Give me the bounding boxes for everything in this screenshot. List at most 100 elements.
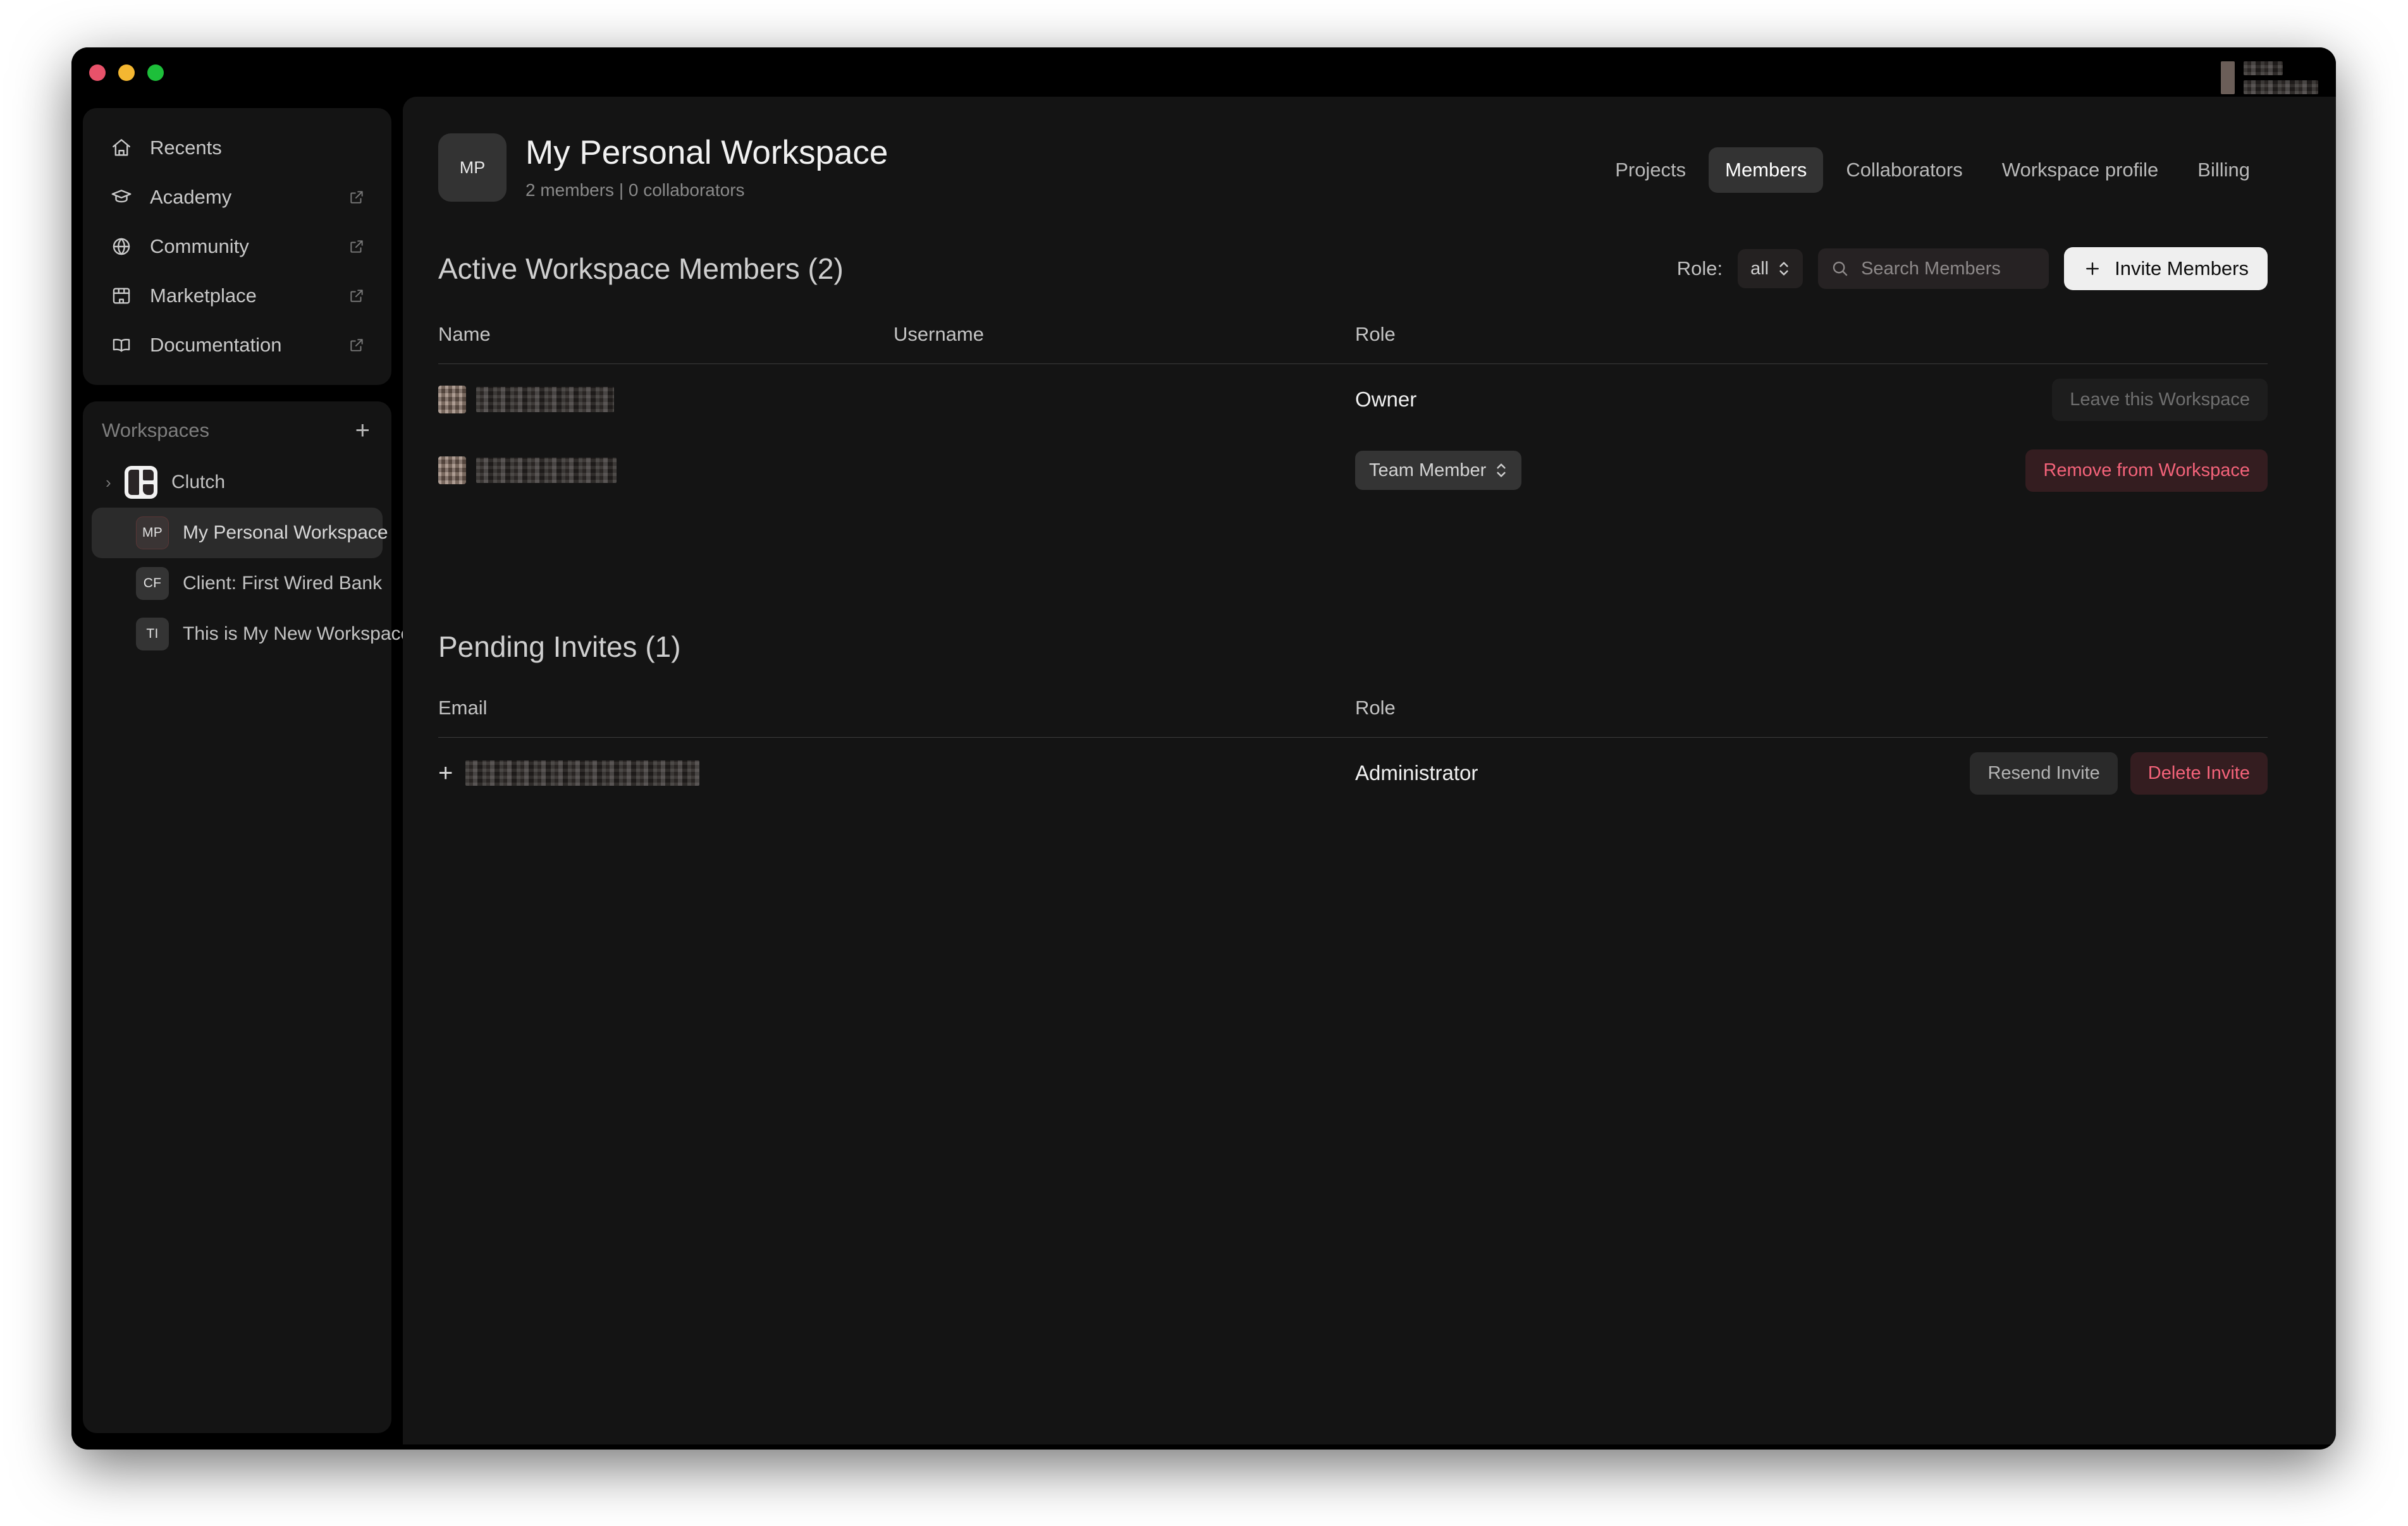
pending-invites-section-bar: Pending Invites (1) (403, 630, 2336, 664)
leave-workspace-button[interactable]: Leave this Workspace (2052, 378, 2268, 421)
sidebar-item-label: Marketplace (150, 284, 257, 307)
member-name-cell (438, 456, 894, 484)
book-icon (111, 334, 136, 356)
user-name-redacted (2244, 61, 2283, 75)
chevron-updown-icon (1495, 460, 1508, 481)
remove-from-workspace-button[interactable]: Remove from Workspace (2025, 449, 2268, 492)
workspace-badge: CF (136, 567, 169, 600)
resend-invite-button[interactable]: Resend Invite (1970, 752, 2118, 795)
sidebar: Recents Academy Community Marketplace Do… (71, 97, 411, 1444)
workspace-header: MP My Personal Workspace 2 members | 0 c… (403, 97, 2336, 202)
store-icon (111, 285, 136, 307)
invite-email-redacted (465, 760, 700, 786)
member-name-redacted (476, 458, 617, 483)
user-meta-redacted (2244, 80, 2318, 94)
sidebar-item-label: Academy (150, 186, 232, 208)
workspace-tabs: Projects Members Collaborators Workspace… (1599, 147, 2266, 193)
globe-icon (111, 236, 136, 257)
sidebar-workspace-my-personal-workspace[interactable]: MP My Personal Workspace (92, 508, 388, 558)
sidebar-item-academy[interactable]: Academy (93, 173, 381, 222)
search-members-box[interactable]: Search Members (1818, 248, 2049, 289)
external-link-icon (348, 189, 367, 205)
member-name-cell (438, 386, 894, 413)
invite-members-label: Invite Members (2115, 257, 2249, 279)
workspace-member-summary: 2 members | 0 collaborators (525, 180, 745, 200)
pending-invites-table: Email Role + Administrator Resend Invite… (438, 697, 2268, 809)
invite-email-cell: + (438, 760, 1355, 786)
graduation-cap-icon (111, 186, 136, 208)
tab-billing[interactable]: Billing (2181, 147, 2266, 193)
column-header-name: Name (438, 323, 491, 345)
workspace-label: Client: First Wired Bank (183, 573, 383, 594)
members-section-bar: Active Workspace Members (2) Role: all S… (403, 247, 2336, 290)
page-title: My Personal Workspace (525, 134, 888, 172)
column-header-email: Email (438, 697, 488, 719)
sidebar-item-recents[interactable]: Recents (93, 123, 381, 173)
search-icon (1831, 259, 1850, 278)
column-header-role: Role (1355, 323, 1396, 345)
member-name-redacted (476, 387, 614, 412)
tab-workspace-profile[interactable]: Workspace profile (1986, 147, 2175, 193)
tab-collaborators[interactable]: Collaborators (1829, 147, 1979, 193)
role-filter-value: all (1750, 258, 1769, 279)
tab-members[interactable]: Members (1709, 147, 1824, 193)
clutch-logo-icon (125, 466, 157, 499)
sidebar-item-label: Community (150, 235, 249, 257)
members-toolbar: Role: all Search Members Invite Members (1677, 247, 2268, 290)
close-window-icon[interactable] (89, 64, 106, 81)
user-account-area[interactable] (2221, 61, 2318, 94)
invite-role: Administrator (1355, 761, 1478, 784)
role-filter-label: Role: (1676, 257, 1723, 279)
sidebar-item-label: Documentation (150, 334, 282, 356)
external-link-icon (348, 337, 367, 353)
table-row: Owner Leave this Workspace (438, 364, 2268, 435)
invite-row-actions: Resend Invite Delete Invite (1970, 752, 2268, 795)
workspace-badge: TI (136, 618, 169, 650)
tab-projects[interactable]: Projects (1599, 147, 1702, 193)
member-role-cell: Team Member (1355, 451, 2025, 490)
minimize-window-icon[interactable] (118, 64, 135, 81)
workspaces-header: Workspaces + (83, 418, 391, 443)
chevron-right-icon[interactable]: › (106, 473, 125, 492)
column-header-username: Username (894, 323, 984, 345)
sidebar-item-label: Recents (150, 137, 222, 159)
window-titlebar (71, 47, 2336, 135)
delete-invite-button[interactable]: Delete Invite (2130, 752, 2268, 795)
member-role-select[interactable]: Team Member (1355, 451, 1522, 490)
sidebar-workspace-client-first-wired-bank[interactable]: CF Client: First Wired Bank (92, 558, 383, 609)
member-row-actions: Leave this Workspace (2052, 378, 2268, 421)
search-members-input[interactable]: Search Members (1861, 259, 2001, 279)
traffic-light-controls (89, 64, 164, 81)
member-role-value: Team Member (1369, 460, 1487, 480)
chevron-updown-icon (1778, 258, 1790, 279)
workspace-label: My Personal Workspace (183, 522, 388, 543)
plus-icon (2083, 259, 2102, 278)
avatar (438, 456, 466, 484)
table-header-row: Email Role (438, 697, 2268, 738)
table-row: + Administrator Resend Invite Delete Inv… (438, 738, 2268, 809)
sidebar-item-community[interactable]: Community (93, 222, 381, 271)
member-role-owner: Owner (1355, 388, 1417, 411)
active-members-title: Active Workspace Members (2) (438, 252, 844, 285)
plus-icon: + (438, 759, 453, 787)
role-filter-select[interactable]: all (1738, 249, 1803, 288)
sidebar-workspace-clutch[interactable]: › Clutch (92, 457, 383, 508)
workspace-label: Clutch (171, 472, 226, 492)
sidebar-workspace-this-is-my-new-workspace[interactable]: TI This is My New Workspace (92, 609, 411, 659)
active-members-table: Name Username Role Owner Leave this Work… (438, 323, 2268, 506)
workspace-identity: MP My Personal Workspace 2 members | 0 c… (438, 133, 888, 202)
add-workspace-button[interactable]: + (355, 418, 370, 443)
member-row-actions: Remove from Workspace (2025, 449, 2268, 492)
workspaces-title: Workspaces (102, 419, 209, 441)
workspaces-card: Workspaces + › Clutch MP My Personal Wor… (83, 401, 411, 1433)
zoom-window-icon[interactable] (147, 64, 164, 81)
table-row: Team Member Remove from Workspace (438, 435, 2268, 506)
invite-members-button[interactable]: Invite Members (2064, 247, 2268, 290)
home-icon (111, 137, 136, 159)
sidebar-item-marketplace[interactable]: Marketplace (93, 271, 381, 320)
avatar (2221, 61, 2235, 94)
workspace-label: This is My New Workspace (183, 623, 412, 644)
pending-invites-title: Pending Invites (1) (438, 630, 681, 663)
sidebar-item-documentation[interactable]: Documentation (93, 320, 381, 370)
column-header-role: Role (1355, 697, 1396, 719)
